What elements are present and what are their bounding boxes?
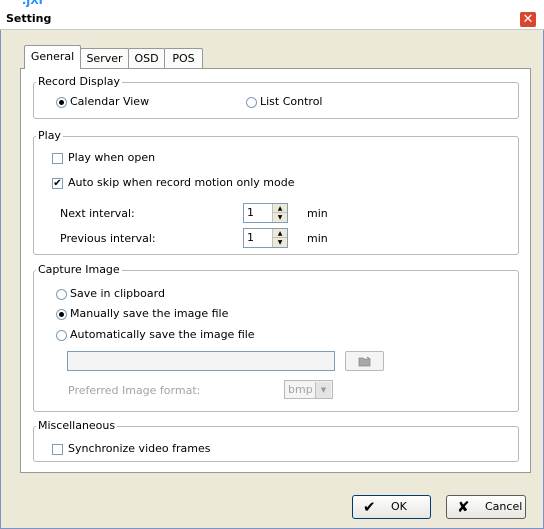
cross-icon: ✘	[457, 498, 470, 516]
list-control-radio[interactable]	[246, 97, 257, 108]
synchronize-frames-checkbox[interactable]	[52, 444, 63, 455]
ok-button[interactable]: ✔ OK	[352, 495, 431, 519]
title-bar[interactable]	[0, 8, 544, 30]
tab-osd-label: OSD	[134, 52, 159, 65]
list-control-label: List Control	[260, 95, 323, 108]
next-interval-label: Next interval:	[60, 207, 135, 220]
cancel-button[interactable]: ✘ Cancel	[446, 495, 526, 519]
folder-open-icon	[358, 356, 370, 367]
miscellaneous-legend: Miscellaneous	[36, 419, 118, 432]
manual-save-radio[interactable]	[56, 309, 67, 320]
record-display-legend: Record Display	[36, 75, 123, 88]
previous-interval-label: Previous interval:	[60, 232, 156, 245]
play-legend: Play	[36, 129, 63, 142]
previous-interval-stepper[interactable]: 1 ▲ ▼	[243, 228, 288, 248]
auto-save-label: Automatically save the image file	[70, 328, 255, 341]
checkmark-icon: ✔	[363, 498, 376, 516]
image-path-field[interactable]	[67, 351, 335, 371]
play-when-open-checkbox[interactable]	[52, 153, 63, 164]
tab-osd[interactable]: OSD	[128, 48, 165, 69]
next-interval-stepper[interactable]: 1 ▲ ▼	[243, 203, 288, 223]
previous-interval-unit: min	[307, 232, 328, 245]
close-icon: ✕	[522, 12, 534, 27]
spin-up-icon[interactable]: ▲	[273, 229, 287, 238]
image-format-select[interactable]: bmp ▼	[284, 380, 333, 399]
save-clipboard-radio[interactable]	[56, 289, 67, 300]
browse-button[interactable]	[345, 351, 384, 371]
tab-pos-label: POS	[172, 52, 195, 65]
next-interval-unit: min	[307, 207, 328, 220]
next-interval-value: 1	[247, 206, 254, 219]
play-when-open-label: Play when open	[68, 151, 156, 164]
chevron-down-icon[interactable]: ▼	[315, 382, 331, 398]
background-strip: .jxl	[0, 0, 544, 8]
spin-up-icon[interactable]: ▲	[273, 204, 287, 213]
tab-general-label: General	[30, 50, 75, 63]
ok-button-label: OK	[391, 500, 407, 513]
tab-pos[interactable]: POS	[164, 48, 203, 69]
checkmark-icon: ✔	[53, 178, 62, 189]
calendar-view-radio[interactable]	[56, 97, 67, 108]
preferred-format-label: Preferred Image format:	[68, 384, 201, 397]
spin-down-icon[interactable]: ▼	[273, 213, 287, 222]
tab-general[interactable]: General	[24, 45, 81, 69]
calendar-view-label: Calendar View	[70, 95, 150, 108]
window-title: Setting	[6, 12, 52, 25]
auto-save-radio[interactable]	[56, 330, 67, 341]
auto-skip-label: Auto skip when record motion only mode	[68, 176, 295, 189]
tab-server-label: Server	[86, 52, 123, 65]
previous-interval-spin-buttons[interactable]: ▲ ▼	[272, 229, 287, 247]
image-format-value: bmp	[288, 383, 313, 396]
auto-skip-checkbox[interactable]: ✔	[52, 178, 63, 189]
cancel-button-label: Cancel	[485, 500, 523, 513]
manual-save-label: Manually save the image file	[70, 307, 229, 320]
synchronize-frames-label: Synchronize video frames	[68, 442, 211, 455]
background-fragment-text: .jxl	[22, 0, 43, 8]
close-button[interactable]: ✕	[519, 11, 537, 28]
save-clipboard-label: Save in clipboard	[70, 287, 165, 300]
spin-down-icon[interactable]: ▼	[273, 238, 287, 247]
tab-server[interactable]: Server	[80, 48, 129, 69]
previous-interval-value: 1	[247, 231, 254, 244]
capture-image-legend: Capture Image	[36, 263, 122, 276]
next-interval-spin-buttons[interactable]: ▲ ▼	[272, 204, 287, 222]
